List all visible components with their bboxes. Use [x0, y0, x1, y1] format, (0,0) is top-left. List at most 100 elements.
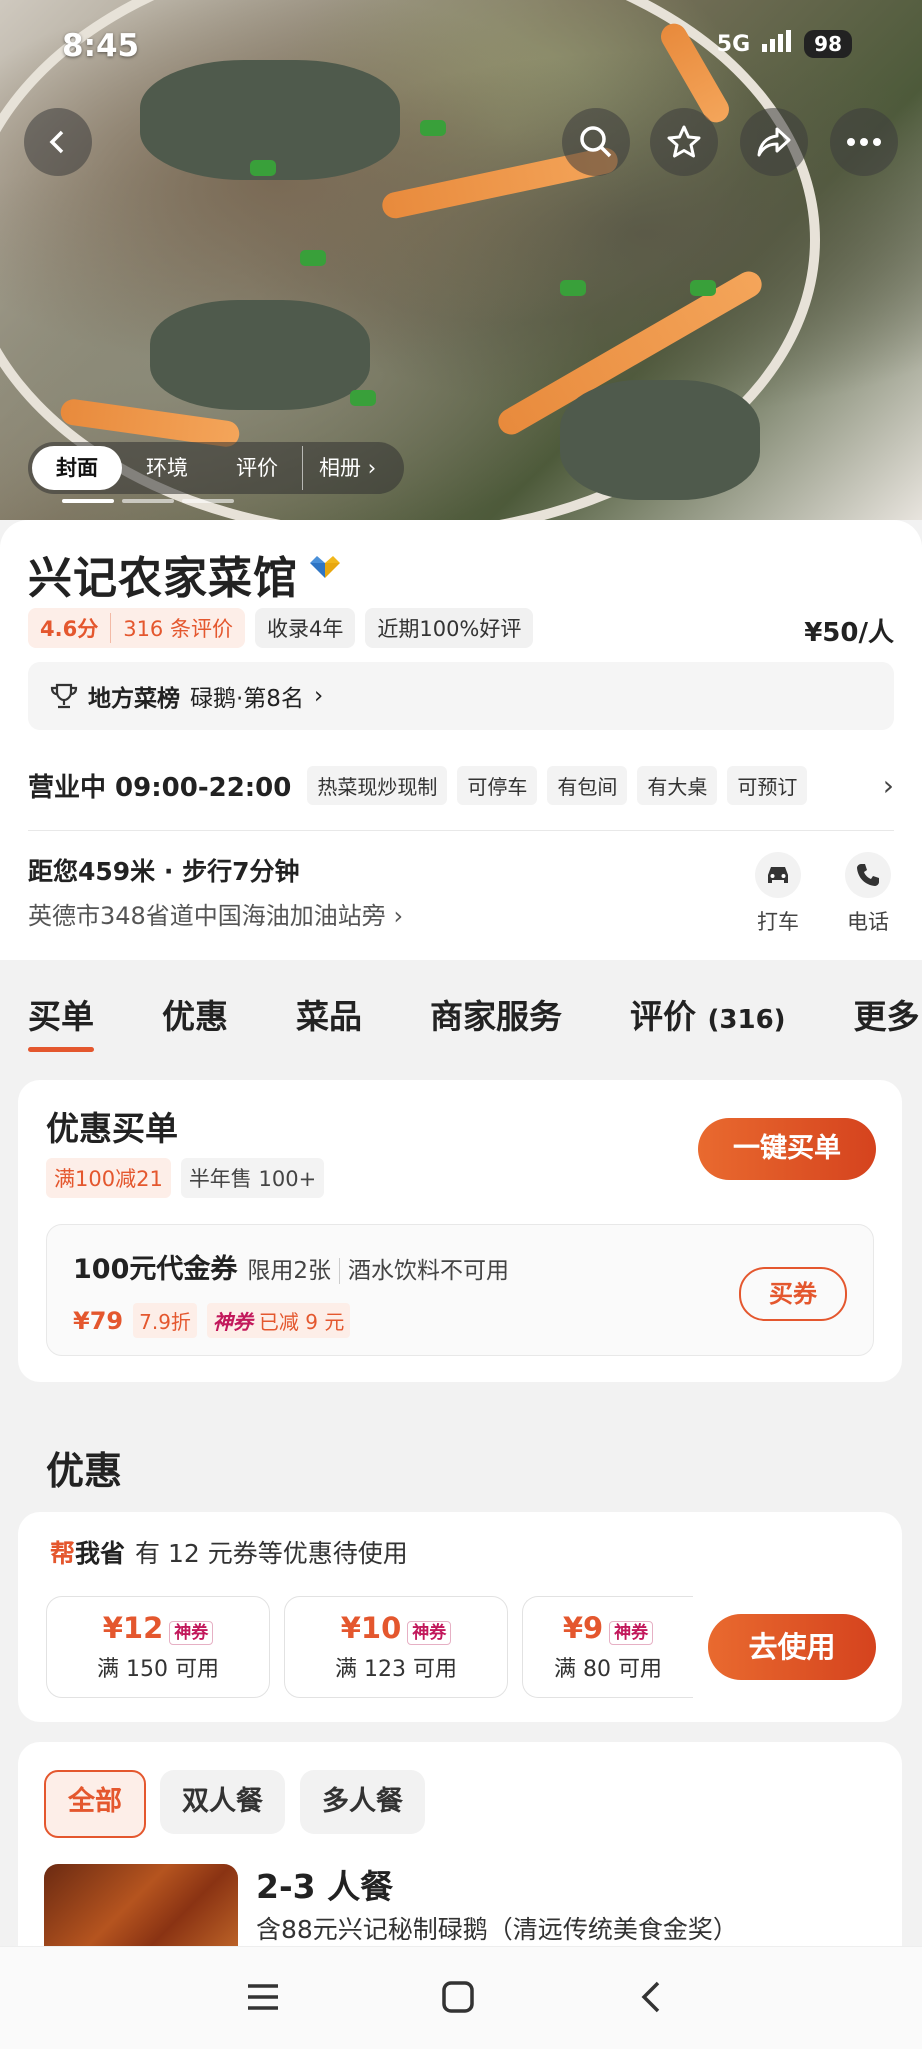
chevron-right-icon: ›	[393, 902, 404, 930]
discount-tag: 满100减21	[46, 1158, 171, 1198]
filter-all[interactable]: 全部	[44, 1770, 146, 1838]
address-text: 英德市348省道中国海油加油站旁	[28, 902, 386, 930]
chevron-right-icon[interactable]: ›	[883, 769, 894, 802]
god-coupon-tag: 神券	[609, 1620, 654, 1645]
tab-environment[interactable]: 环境	[122, 446, 212, 490]
onion-decoration	[420, 120, 446, 136]
coupon-condition: 满 150 可用	[97, 1657, 219, 1682]
share-button[interactable]	[740, 108, 808, 176]
filter-group[interactable]: 多人餐	[300, 1770, 425, 1834]
voucher-price-row: ¥79 7.9折 神券 已减 9 元	[73, 1303, 351, 1338]
ranking-label: 地方菜榜	[88, 686, 180, 712]
voucher-item[interactable]: 100元代金券 限用2张 酒水饮料不可用 ¥79 7.9折 神券 已减 9 元 买券	[46, 1224, 874, 1356]
signal-icon	[762, 30, 792, 58]
tab-album[interactable]: 相册 ›	[302, 446, 400, 490]
tab-more[interactable]: 更多	[854, 990, 920, 1038]
help-description: 有 12 元券等优惠待使用	[135, 1539, 408, 1568]
battery-level: 98	[804, 30, 852, 58]
onion-decoration	[350, 390, 376, 406]
voucher-limit: 限用2张	[247, 1258, 332, 1284]
onion-decoration	[300, 250, 326, 266]
saved-amount: 已减 9 元	[258, 1310, 345, 1334]
home-square-icon	[442, 1981, 474, 2013]
phone-icon	[845, 852, 891, 898]
coupon-item[interactable]: ¥9 神券 满 80 可用	[522, 1596, 693, 1698]
feature-tag: 有大桌	[637, 766, 718, 805]
coupon-item[interactable]: ¥10 神券 满 123 可用	[284, 1596, 508, 1698]
system-back-button[interactable]	[626, 1977, 676, 2017]
feature-tag: 热菜现炒现制	[307, 766, 448, 805]
quick-pay-button[interactable]: 一键买单	[698, 1118, 876, 1180]
back-button[interactable]	[24, 108, 92, 176]
ranking-detail: 碌鹅·第8名	[190, 686, 304, 712]
car-icon	[755, 852, 801, 898]
address-link[interactable]: 英德市348省道中国海油加油站旁 ›	[28, 896, 403, 931]
star-icon	[667, 125, 701, 158]
menu-lines-icon	[248, 1984, 278, 2010]
coupon-amount: ¥12	[102, 1611, 164, 1645]
system-nav-bar	[0, 1946, 922, 2049]
tab-pay[interactable]: 买单	[28, 990, 94, 1052]
tab-services[interactable]: 商家服务	[430, 990, 562, 1038]
onion-decoration	[690, 280, 716, 296]
pay-title: 优惠买单	[46, 1109, 178, 1148]
score-value: 4.6分	[40, 617, 99, 641]
filter-two-person[interactable]: 双人餐	[160, 1770, 285, 1834]
taxi-label: 打车	[757, 910, 799, 934]
shop-name: 兴记农家菜馆	[28, 553, 298, 604]
feature-tag: 可预订	[727, 766, 808, 805]
tab-cover[interactable]: 封面	[32, 446, 122, 490]
search-button[interactable]	[562, 108, 630, 176]
fish-decoration	[150, 300, 370, 410]
use-coupon-button[interactable]: 去使用	[708, 1614, 876, 1680]
more-button[interactable]	[830, 108, 898, 176]
meal-description: 含88元兴记秘制碌鹅（清远传统美食金奖）	[256, 1915, 738, 1944]
listed-years-tag: 收录4年	[254, 608, 356, 648]
back-chevron-icon	[641, 1981, 660, 2013]
phone-label: 电话	[847, 910, 889, 934]
favorite-button[interactable]	[650, 108, 718, 176]
coupon-amount: ¥10	[340, 1611, 402, 1645]
price-per-person: ¥50/人	[804, 618, 894, 648]
chevron-right-icon: ›	[313, 683, 324, 709]
voucher-title-row: 100元代金券 限用2张 酒水饮料不可用	[73, 1247, 510, 1286]
review-count: 316 条评价	[110, 613, 245, 643]
god-coupon-saving: 神券 已减 9 元	[206, 1303, 351, 1338]
god-coupon-label: 神券	[212, 1310, 253, 1334]
shop-info-panel: 兴记农家菜馆 4.6分 316 条评价 收录4年 近期100%好评 ¥50/人 …	[0, 520, 922, 960]
network-label: 5G	[716, 31, 751, 57]
fish-decoration	[560, 380, 760, 500]
tab-dishes[interactable]: 菜品	[296, 990, 362, 1038]
ranking-bar[interactable]: 地方菜榜 碌鹅·第8名 ›	[28, 662, 894, 730]
hours-features-row[interactable]: 营业中 09:00-22:00 热菜现炒现制 可停车 有包间 有大桌 可预订 ›	[28, 766, 894, 805]
offers-card: 帮我省有 12 元券等优惠待使用 ¥12 神券 满 150 可用 ¥10 神券 满 …	[18, 1512, 902, 1722]
feature-tag: 有包间	[547, 766, 628, 805]
meal-title[interactable]: 2-3 人餐	[256, 1860, 393, 1908]
tab-review-photos[interactable]: 评价	[212, 446, 302, 490]
tab-reviews-label: 评价	[630, 997, 696, 1036]
taxi-button[interactable]: 打车	[738, 852, 818, 936]
status-icons: 5G 98	[717, 30, 852, 58]
chevron-right-icon: ›	[367, 456, 377, 480]
score-badge[interactable]: 4.6分 316 条评价	[28, 608, 245, 648]
share-icon	[757, 127, 791, 157]
pay-tags: 满100减21 半年售 100+	[46, 1158, 325, 1198]
sales-tag: 半年售 100+	[180, 1158, 325, 1198]
phone-button[interactable]: 电话	[828, 852, 908, 936]
coupon-condition: 满 80 可用	[554, 1657, 662, 1682]
hero-photo[interactable]: 8:45 5G 98 封面 环境 评价 相册 ›	[0, 0, 922, 520]
recent-apps-button[interactable]	[238, 1977, 288, 2017]
business-hours: 营业中 09:00-22:00	[28, 773, 292, 803]
voucher-restriction: 酒水饮料不可用	[339, 1258, 510, 1284]
buy-voucher-button[interactable]: 买券	[739, 1267, 847, 1321]
tab-discounts[interactable]: 优惠	[162, 990, 228, 1038]
tab-reviews[interactable]: 评价 (316)	[630, 990, 786, 1038]
coupon-amount: ¥9	[562, 1611, 604, 1645]
coupon-item[interactable]: ¥12 神券 满 150 可用	[46, 1596, 270, 1698]
status-time: 8:45	[62, 28, 140, 64]
savings-helper: 帮我省有 12 元券等优惠待使用	[50, 1534, 408, 1570]
god-coupon-tag: 神券	[407, 1620, 452, 1645]
home-button[interactable]	[433, 1977, 483, 2017]
search-icon	[580, 126, 612, 158]
diamond-badge-icon	[310, 556, 340, 578]
